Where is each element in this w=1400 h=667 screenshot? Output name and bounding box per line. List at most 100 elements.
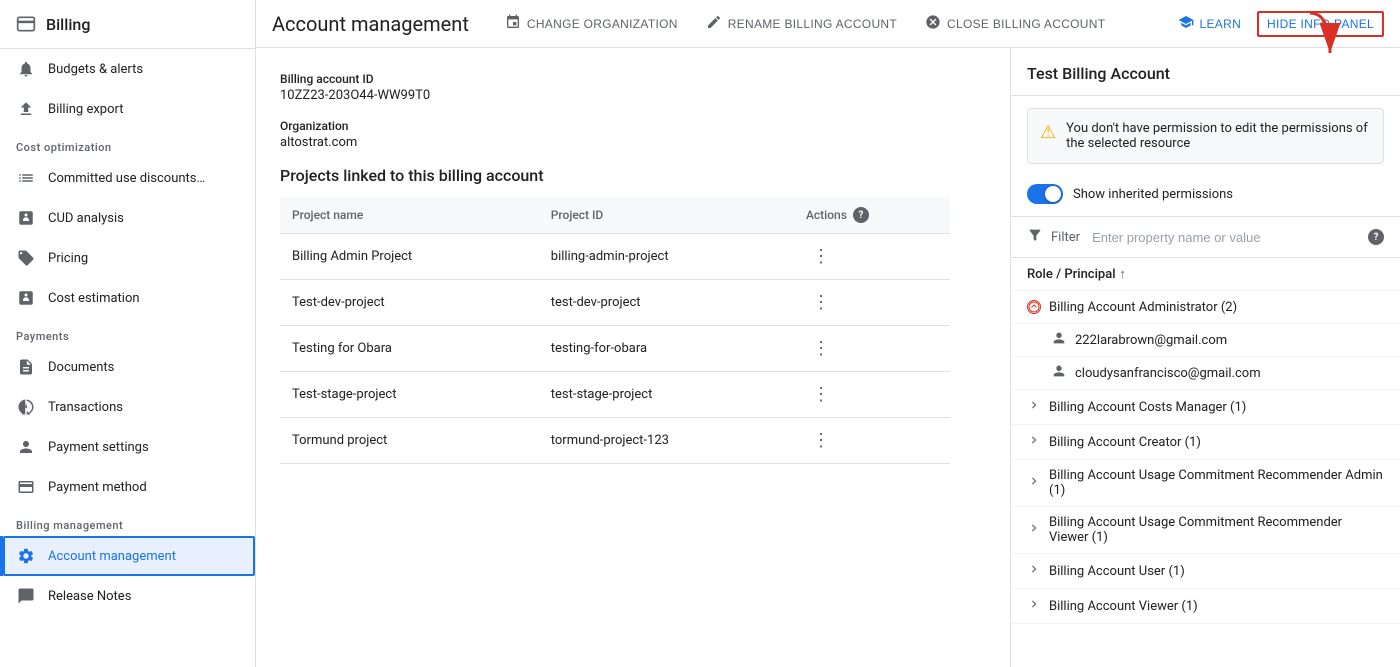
role-name: Billing Account User (1) — [1049, 564, 1185, 579]
role-row[interactable]: Billing Account Administrator (2) — [1011, 291, 1400, 324]
roles-list: Billing Account Administrator (2) 222lar… — [1011, 291, 1400, 624]
kebab-menu-button[interactable]: ⋮ — [806, 382, 836, 407]
filter-help-icon[interactable]: ? — [1368, 229, 1384, 245]
sidebar-item-label: CUD analysis — [48, 211, 124, 226]
role-row[interactable]: Billing Account Usage Commitment Recomme… — [1011, 460, 1400, 507]
actions-label: Actions — [806, 208, 847, 222]
sidebar-item-release-notes[interactable]: Release Notes — [0, 576, 255, 616]
close-billing-button[interactable]: CLOSE BILLING ACCOUNT — [913, 8, 1117, 39]
kebab-menu-button[interactable]: ⋮ — [806, 290, 836, 315]
table-row: Billing Admin Project billing-admin-proj… — [280, 234, 950, 280]
col-project-id: Project ID — [539, 197, 794, 234]
table-row: Testing for Obara testing-for-obara ⋮ — [280, 326, 950, 372]
billing-management-section: Billing management — [0, 507, 255, 536]
toolbar: Account management CHANGE ORGANIZATION R… — [256, 0, 1400, 48]
sidebar-item-budgets-alerts[interactable]: Budgets & alerts — [0, 49, 255, 89]
list-icon — [16, 168, 36, 188]
projects-title: Projects linked to this billing account — [280, 166, 986, 185]
role-name: Billing Account Viewer (1) — [1049, 599, 1198, 614]
expand-icon — [1027, 398, 1041, 416]
change-org-button[interactable]: CHANGE ORGANIZATION — [493, 8, 690, 39]
project-id-cell: billing-admin-project — [539, 234, 794, 280]
sidebar-item-committed-use[interactable]: Committed use discounts… — [0, 158, 255, 198]
sidebar-item-label: Pricing — [48, 251, 88, 266]
sidebar-item-label: Payment settings — [48, 440, 149, 455]
project-name-cell: Test-dev-project — [280, 280, 539, 326]
role-row[interactable]: Billing Account Creator (1) — [1011, 425, 1400, 460]
sidebar-item-pricing[interactable]: Pricing — [0, 238, 255, 278]
sidebar-item-account-management[interactable]: Account management — [0, 536, 255, 576]
toolbar-actions: CHANGE ORGANIZATION RENAME BILLING ACCOU… — [493, 8, 1384, 39]
sidebar-item-cost-estimation[interactable]: Cost estimation — [0, 278, 255, 318]
project-id-cell: testing-for-obara — [539, 326, 794, 372]
role-name: Billing Account Usage Commitment Recomme… — [1049, 468, 1384, 498]
billing-account-id-value: 10ZZ23-203O44-WW99T0 — [280, 88, 986, 103]
rename-billing-button[interactable]: RENAME BILLING ACCOUNT — [694, 8, 909, 39]
col-actions: Actions ? — [794, 197, 950, 234]
sidebar-header: Billing — [0, 0, 255, 49]
sidebar-item-payment-method[interactable]: Payment method — [0, 467, 255, 507]
table-row: Tormund project tormund-project-123 ⋮ — [280, 418, 950, 464]
learn-button[interactable]: LEARN — [1166, 8, 1254, 39]
payments-section: Payments — [0, 318, 255, 347]
toggle-label: Show inherited permissions — [1073, 187, 1233, 202]
sidebar-item-transactions[interactable]: Transactions — [0, 387, 255, 427]
billing-icon — [16, 14, 36, 34]
person-icon — [16, 437, 36, 457]
filter-input[interactable] — [1092, 230, 1360, 245]
cost-optimization-section: Cost optimization — [0, 129, 255, 158]
kebab-menu-button[interactable]: ⋮ — [806, 336, 836, 361]
change-org-icon — [505, 14, 521, 33]
notes-icon — [16, 586, 36, 606]
sidebar-item-label: Documents — [48, 360, 114, 375]
bell-icon — [16, 59, 36, 79]
warning-icon: ⚠ — [1040, 122, 1056, 143]
table-row: Test-dev-project test-dev-project ⋮ — [280, 280, 950, 326]
action-cell: ⋮ — [794, 280, 950, 326]
info-panel-toggle: Show inherited permissions — [1011, 176, 1400, 217]
expand-icon — [1027, 474, 1041, 492]
toggle-switch[interactable] — [1027, 184, 1063, 204]
expand-icon — [1027, 299, 1041, 315]
sort-label: Role / Principal — [1027, 267, 1116, 282]
sidebar-item-cud-analysis[interactable]: CUD analysis — [0, 198, 255, 238]
projects-tbody: Billing Admin Project billing-admin-proj… — [280, 234, 950, 464]
col-project-name: Project name — [280, 197, 539, 234]
sidebar-item-label: Release Notes — [48, 589, 131, 604]
kebab-menu-button[interactable]: ⋮ — [806, 428, 836, 453]
member-row: cloudysanfrancisco@gmail.com — [1011, 357, 1400, 390]
sidebar-item-billing-export[interactable]: Billing export — [0, 89, 255, 129]
projects-table: Project name Project ID Actions ? Billin… — [280, 197, 950, 464]
sort-arrow-icon: ↑ — [1120, 266, 1127, 282]
project-name-cell: Testing for Obara — [280, 326, 539, 372]
action-cell: ⋮ — [794, 418, 950, 464]
table-header-row: Project name Project ID Actions ? — [280, 197, 950, 234]
actions-help-icon[interactable]: ? — [853, 207, 869, 223]
kebab-menu-button[interactable]: ⋮ — [806, 244, 836, 269]
card-icon — [16, 477, 36, 497]
content-area: Billing account ID 10ZZ23-203O44-WW99T0 … — [256, 48, 1400, 667]
tag-icon — [16, 248, 36, 268]
role-row[interactable]: Billing Account Usage Commitment Recomme… — [1011, 507, 1400, 554]
role-row[interactable]: Billing Account Viewer (1) — [1011, 589, 1400, 624]
rename-billing-label: RENAME BILLING ACCOUNT — [728, 17, 897, 31]
page-title: Account management — [272, 12, 469, 36]
info-panel-title: Test Billing Account — [1011, 48, 1400, 96]
sidebar-item-documents[interactable]: Documents — [0, 347, 255, 387]
role-row[interactable]: Billing Account User (1) — [1011, 554, 1400, 589]
filter-icon — [1027, 227, 1043, 247]
close-billing-icon — [925, 14, 941, 33]
sidebar-item-payment-settings[interactable]: Payment settings — [0, 427, 255, 467]
gear-icon — [16, 546, 36, 566]
sidebar: Billing Budgets & alerts Billing export … — [0, 0, 256, 667]
action-cell: ⋮ — [794, 234, 950, 280]
billing-account-id-label: Billing account ID — [280, 72, 986, 86]
main-content: Account management CHANGE ORGANIZATION R… — [256, 0, 1400, 667]
action-cell: ⋮ — [794, 372, 950, 418]
info-panel-filter: Filter ? — [1011, 217, 1400, 258]
page-content: Billing account ID 10ZZ23-203O44-WW99T0 … — [256, 48, 1010, 667]
role-row[interactable]: Billing Account Costs Manager (1) — [1011, 390, 1400, 425]
action-cell: ⋮ — [794, 326, 950, 372]
member-email: 222larabrown@gmail.com — [1075, 333, 1227, 348]
sidebar-item-label: Account management — [48, 549, 176, 564]
